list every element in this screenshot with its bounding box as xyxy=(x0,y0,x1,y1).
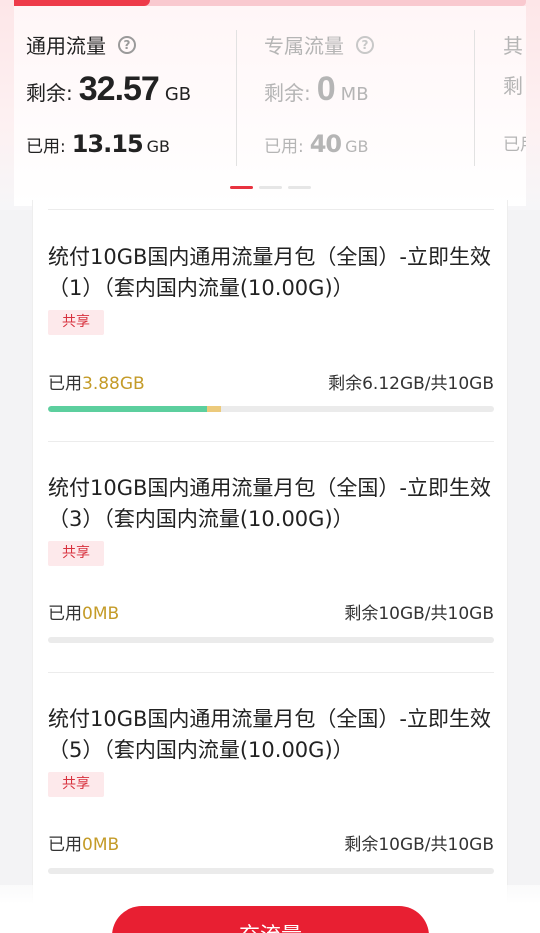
remain-unit: MB xyxy=(340,84,369,105)
help-icon[interactable]: ? xyxy=(118,35,136,54)
dedicated-traffic-card[interactable]: 专属流量 ? 剩余: 0 MB 已用: 40 GB xyxy=(252,6,492,176)
usage-progress-tail xyxy=(207,406,222,412)
package-title: 统付10GB国内通用流量月包（全国）-立即生效（1）（套内国内流量(10.00G… xyxy=(48,245,491,300)
package-usage-row: 已用0MB 剩余10GB/共10GB xyxy=(48,599,494,624)
other-traffic-card[interactable]: 其 剩 已用 xyxy=(491,6,526,176)
divider xyxy=(48,672,494,673)
traffic-summary-carousel[interactable]: 通用流量 ? 剩余: 32.57 GB 已用: 13.15 GB 专属流量 ? … xyxy=(14,6,526,206)
remain-label: 剩余: xyxy=(264,81,311,105)
package-usage-row: 已用3.88GB 剩余6.12GB/共10GB xyxy=(48,369,494,394)
usage-progress-bar xyxy=(48,406,494,412)
general-traffic-title: 通用流量 xyxy=(26,34,106,58)
divider xyxy=(48,209,494,210)
used-value: 13.15 xyxy=(71,130,144,158)
divider xyxy=(48,441,494,442)
used-amount: 0MB xyxy=(82,835,120,855)
package-usage-row: 已用0MB 剩余10GB/共10GB xyxy=(48,830,494,855)
usage-progress-fill xyxy=(48,406,208,412)
package-item[interactable]: 统付10GB国内通用流量月包（全国）-立即生效（3）（套内国内流量(10.00G… xyxy=(48,473,494,566)
usage-progress-bar xyxy=(48,868,494,874)
used-label: 已用: xyxy=(264,137,304,157)
remain-unit: GB xyxy=(164,84,192,105)
general-traffic-card[interactable]: 通用流量 ? 剩余: 32.57 GB 已用: 13.15 GB xyxy=(14,6,254,176)
used-label: 已用 xyxy=(503,135,526,155)
used-unit: GB xyxy=(146,137,171,156)
help-icon[interactable]: ? xyxy=(356,35,374,54)
shared-badge: 共享 xyxy=(48,772,104,797)
pagination-dot-active xyxy=(230,186,253,189)
shared-badge: 共享 xyxy=(48,310,104,335)
used-amount: 3.88GB xyxy=(82,374,145,394)
dedicated-traffic-title: 专属流量 xyxy=(264,34,344,58)
package-list: 统付10GB国内通用流量月包（全国）-立即生效（1）（套内国内流量(10.00G… xyxy=(32,200,508,933)
package-item[interactable]: 统付10GB国内通用流量月包（全国）-立即生效（1）（套内国内流量(10.00G… xyxy=(48,242,494,335)
package-item[interactable]: 统付10GB国内通用流量月包（全国）-立即生效（5）（套内国内流量(10.00G… xyxy=(48,704,494,797)
used-label: 已用 xyxy=(48,604,82,624)
carousel-pagination xyxy=(230,186,311,189)
remain-label: 剩 xyxy=(503,74,523,98)
used-amount: 0MB xyxy=(82,604,120,624)
remain-label: 剩余: xyxy=(26,81,73,105)
used-unit: GB xyxy=(345,137,369,156)
shared-badge: 共享 xyxy=(48,541,104,566)
pagination-dot xyxy=(259,186,282,189)
used-value: 40 xyxy=(309,130,342,158)
other-traffic-title: 其 xyxy=(503,34,523,58)
package-title: 统付10GB国内通用流量月包（全国）-立即生效（3）（套内国内流量(10.00G… xyxy=(48,476,491,531)
used-label: 已用 xyxy=(48,374,82,394)
remain-value: 32.57 xyxy=(78,70,160,108)
column-divider xyxy=(474,30,475,166)
remain-total-text: 剩余6.12GB/共10GB xyxy=(328,374,494,394)
used-label: 已用: xyxy=(26,137,66,157)
remain-total-text: 剩余10GB/共10GB xyxy=(344,835,494,855)
pagination-dot xyxy=(288,186,311,189)
remain-total-text: 剩余10GB/共10GB xyxy=(344,604,494,624)
column-divider xyxy=(236,30,237,166)
recharge-traffic-button[interactable]: 充流量 xyxy=(112,906,429,933)
usage-progress-bar xyxy=(48,637,494,643)
used-label: 已用 xyxy=(48,835,82,855)
package-title: 统付10GB国内通用流量月包（全国）-立即生效（5）（套内国内流量(10.00G… xyxy=(48,707,491,762)
remain-value: 0 xyxy=(316,70,336,108)
